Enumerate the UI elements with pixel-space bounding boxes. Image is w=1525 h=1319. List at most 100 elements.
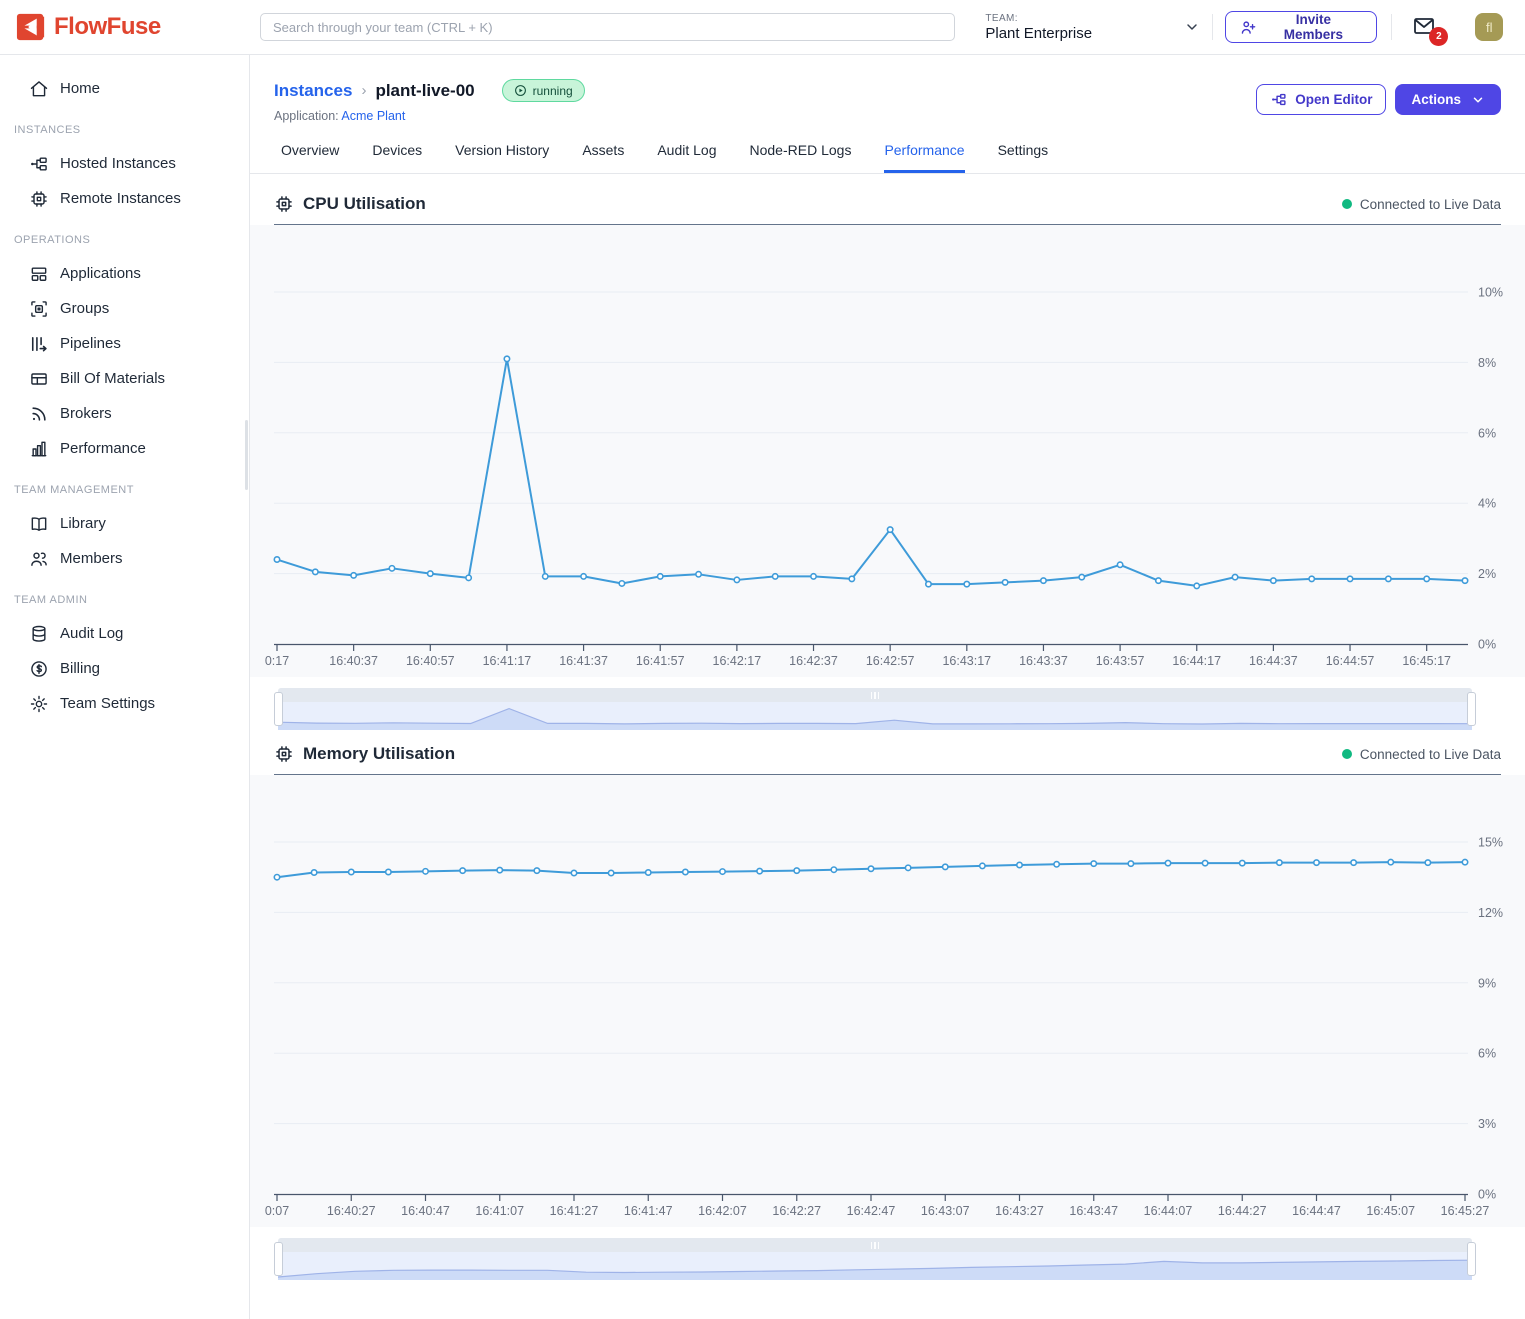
tab-devices[interactable]: Devices: [372, 142, 422, 173]
sidebar-item-home[interactable]: Home: [0, 71, 249, 106]
tab-assets[interactable]: Assets: [582, 142, 624, 173]
team-label: TEAM:: [985, 13, 1092, 24]
remote-instances-icon: [29, 189, 49, 209]
actions-button[interactable]: Actions: [1395, 84, 1501, 115]
sidebar-item-bill-of-materials[interactable]: Bill Of Materials: [0, 361, 249, 396]
svg-text:16:44:57: 16:44:57: [1326, 654, 1375, 668]
sidebar-item-label: Audit Log: [60, 625, 123, 642]
sidebar-item-pipelines[interactable]: Pipelines: [0, 326, 249, 361]
cpu-section: CPU Utilisation Connected to Live Data 0…: [250, 194, 1525, 730]
sidebar-item-team-settings[interactable]: Team Settings: [0, 686, 249, 721]
sidebar-item-applications[interactable]: Applications: [0, 256, 249, 291]
svg-text:16:41:27: 16:41:27: [550, 1204, 599, 1218]
cpu-brush-minimap[interactable]: [278, 702, 1472, 730]
live-dot-icon: [1342, 749, 1352, 759]
page-title: plant-live-00: [375, 81, 474, 101]
members-icon: [29, 549, 49, 569]
cpu-chip-icon: [274, 194, 294, 214]
groups-icon: [29, 299, 49, 319]
cpu-section-title: CPU Utilisation: [274, 194, 426, 214]
top-header: FlowFuse TEAM: Plant Enterprise Invite M…: [0, 0, 1525, 55]
team-settings-icon: [29, 694, 49, 714]
sidebar-item-billing[interactable]: Billing: [0, 651, 249, 686]
cpu-section-header: CPU Utilisation Connected to Live Data: [274, 194, 1501, 225]
sidebar-section-operations: OPERATIONS: [0, 216, 249, 256]
invite-members-button[interactable]: Invite Members: [1225, 11, 1377, 43]
svg-text:16:42:17: 16:42:17: [713, 654, 762, 668]
svg-text:16:40:37: 16:40:37: [329, 654, 378, 668]
audit-log-icon: [29, 624, 49, 644]
memory-brush-minimap[interactable]: [278, 1252, 1472, 1280]
svg-text:16:41:37: 16:41:37: [559, 654, 608, 668]
sidebar-item-brokers[interactable]: Brokers: [0, 396, 249, 431]
memory-brush-handle-right[interactable]: [1467, 1242, 1476, 1276]
svg-text:0:17: 0:17: [265, 654, 289, 668]
sidebar-item-label: Groups: [60, 300, 109, 317]
sidebar-item-label: Billing: [60, 660, 100, 677]
tab-version-history[interactable]: Version History: [455, 142, 549, 173]
svg-text:16:42:47: 16:42:47: [847, 1204, 896, 1218]
tab-node-red-logs[interactable]: Node-RED Logs: [750, 142, 852, 173]
svg-text:16:43:17: 16:43:17: [942, 654, 991, 668]
breadcrumb-instances-link[interactable]: Instances: [274, 81, 352, 101]
svg-text:9%: 9%: [1478, 976, 1496, 990]
svg-text:16:42:27: 16:42:27: [772, 1204, 821, 1218]
svg-text:16:44:27: 16:44:27: [1218, 1204, 1267, 1218]
svg-text:16:41:17: 16:41:17: [483, 654, 532, 668]
svg-text:16:45:27: 16:45:27: [1441, 1204, 1490, 1218]
chevron-down-icon: [1184, 19, 1200, 35]
sidebar-item-label: Pipelines: [60, 335, 121, 352]
svg-text:6%: 6%: [1478, 426, 1496, 440]
team-selector[interactable]: TEAM: Plant Enterprise: [985, 13, 1200, 42]
sidebar-item-members[interactable]: Members: [0, 541, 249, 576]
sidebar-item-label: Performance: [60, 440, 146, 457]
svg-text:0%: 0%: [1478, 638, 1496, 652]
sidebar-item-label: Library: [60, 515, 106, 532]
svg-text:0:07: 0:07: [265, 1204, 289, 1218]
memory-brush-handle-left[interactable]: [274, 1242, 283, 1276]
svg-text:16:45:17: 16:45:17: [1402, 654, 1451, 668]
library-icon: [29, 514, 49, 534]
cpu-brush-grip[interactable]: [278, 688, 1472, 702]
team-name: Plant Enterprise: [985, 25, 1092, 42]
cpu-brush-handle-left[interactable]: [274, 692, 283, 726]
tab-audit-log[interactable]: Audit Log: [657, 142, 716, 173]
tab-settings[interactable]: Settings: [998, 142, 1049, 173]
cpu-brush-handle-right[interactable]: [1467, 692, 1476, 726]
sidebar-item-library[interactable]: Library: [0, 506, 249, 541]
svg-text:12%: 12%: [1478, 906, 1503, 920]
sidebar-item-label: Home: [60, 80, 100, 97]
tab-performance[interactable]: Performance: [884, 142, 964, 173]
application-link[interactable]: Acme Plant: [341, 109, 405, 123]
svg-text:16:43:47: 16:43:47: [1069, 1204, 1118, 1218]
status-badge: running: [502, 79, 585, 102]
sidebar-item-groups[interactable]: Groups: [0, 291, 249, 326]
sidebar-nav: HomeINSTANCESHosted InstancesRemote Inst…: [0, 71, 249, 721]
svg-text:15%: 15%: [1478, 836, 1503, 850]
memory-utilisation-chart[interactable]: 0%3%6%9%12%15%0:0716:40:2716:40:4716:41:…: [250, 775, 1525, 1227]
search-input[interactable]: [260, 13, 955, 41]
sidebar-item-hosted-instances[interactable]: Hosted Instances: [0, 146, 249, 181]
sidebar-item-remote-instances[interactable]: Remote Instances: [0, 181, 249, 216]
memory-section: Memory Utilisation Connected to Live Dat…: [250, 744, 1525, 1280]
header-divider: [1391, 14, 1392, 40]
tab-overview[interactable]: Overview: [281, 142, 339, 173]
sidebar-scrollbar[interactable]: [245, 420, 248, 490]
svg-text:2%: 2%: [1478, 567, 1496, 581]
flowfuse-logo[interactable]: FlowFuse: [0, 12, 250, 42]
svg-text:10%: 10%: [1478, 286, 1503, 300]
cpu-utilisation-chart[interactable]: 0%2%4%6%8%10%0:1716:40:3716:40:5716:41:1…: [250, 225, 1525, 677]
svg-text:16:44:07: 16:44:07: [1144, 1204, 1193, 1218]
svg-text:16:41:07: 16:41:07: [475, 1204, 524, 1218]
open-editor-button[interactable]: Open Editor: [1256, 84, 1386, 115]
memory-brush-grip[interactable]: [278, 1238, 1472, 1252]
sidebar-item-label: Bill Of Materials: [60, 370, 165, 387]
brokers-icon: [29, 404, 49, 424]
sidebar-item-performance[interactable]: Performance: [0, 431, 249, 466]
logo-text: FlowFuse: [54, 13, 161, 41]
sidebar-item-audit-log[interactable]: Audit Log: [0, 616, 249, 651]
avatar[interactable]: fl: [1475, 13, 1503, 41]
breadcrumb-separator: ›: [361, 82, 366, 99]
notifications-button[interactable]: 2: [1410, 14, 1440, 40]
svg-text:16:43:57: 16:43:57: [1096, 654, 1145, 668]
